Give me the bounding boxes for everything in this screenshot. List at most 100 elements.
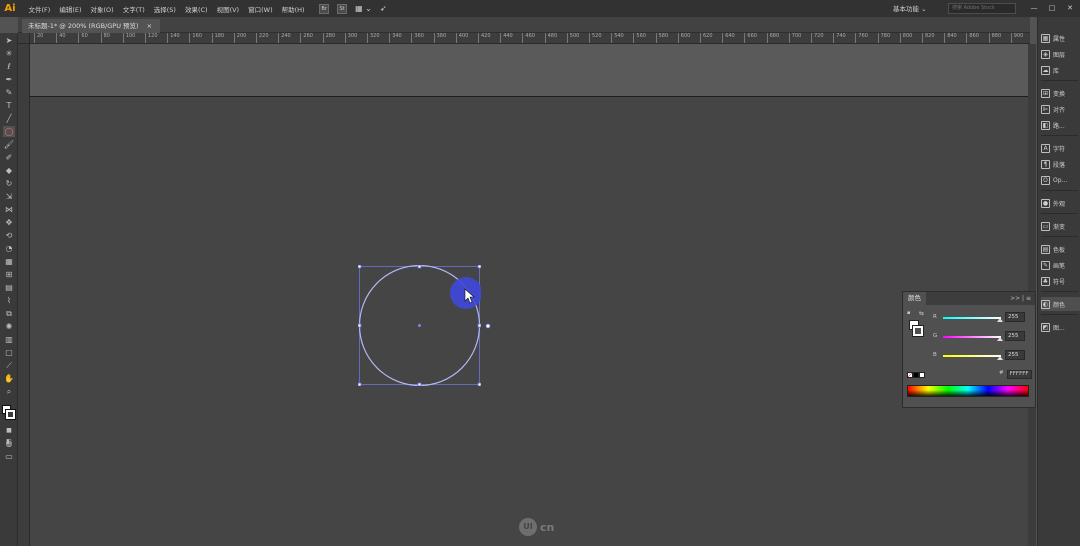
close-button[interactable]: ✕ [1061,0,1079,17]
dock-item-opentype[interactable]: O Op... [1041,173,1080,187]
free-transform-tool-icon[interactable]: ⟲ [3,230,15,241]
maximize-button[interactable]: □ [1043,0,1061,17]
live-shape-widget[interactable] [485,323,491,329]
menu-file[interactable]: 文件(F) [29,4,51,14]
symbol-sprayer-tool-icon[interactable]: ✺ [3,321,15,332]
dock-item-gradient[interactable]: ▭ 渐变 [1041,219,1080,233]
red-slider-thumb[interactable] [997,318,1003,322]
menu-type[interactable]: 文字(T) [123,4,145,14]
paintbrush-tool-icon[interactable]: 🖌 [3,139,15,150]
menu-edit[interactable]: 编辑(E) [59,4,81,14]
stroke-color-swatch[interactable] [5,409,16,420]
main-menu: 文件(F) 编辑(E) 对象(O) 文字(T) 选择(S) 效果(C) 视图(V… [24,4,309,14]
line-tool-icon[interactable]: ╱ [3,113,15,124]
vertical-ruler[interactable] [18,44,30,546]
mesh-tool-icon[interactable]: ⊞ [3,269,15,280]
dock-item-transform[interactable]: ⊞ 变换 [1041,86,1080,100]
dock-item-paragraph[interactable]: ¶ 段落 [1041,157,1080,171]
swap-colors-icon[interactable]: ⇆ [919,310,924,317]
gradient-tool-icon[interactable]: ▤ [3,282,15,293]
default-colors-icon[interactable]: ▪ [907,310,910,316]
ruler-tick: 160 [189,33,202,43]
pasteboard[interactable] [30,44,1028,96]
menu-window[interactable]: 窗口(W) [248,4,273,14]
width-tool-icon[interactable]: ⋈ [3,204,15,215]
column-graph-tool-icon[interactable]: ▥ [3,334,15,345]
menu-view[interactable]: 视图(V) [217,4,240,14]
shaper-tool-icon[interactable]: ✐ [3,152,15,163]
magic-wand-tool-icon[interactable]: ✳ [3,48,15,59]
rocket-icon[interactable]: ➶ [380,4,387,13]
color-mode-icon[interactable]: ■ ◧ [3,425,15,445]
minimize-button[interactable]: — [1025,0,1043,17]
rotate-tool-icon[interactable]: ↻ [3,178,15,189]
selected-ellipse[interactable] [358,265,481,386]
puppet-warp-tool-icon[interactable]: ✥ [3,217,15,228]
dock-item-label: 段落 [1053,161,1066,169]
stroke-swatch[interactable] [912,325,924,337]
pen-tool-icon[interactable]: ✒ [3,74,15,85]
blue-value-input[interactable]: 255 [1005,350,1025,360]
dock-item-align[interactable]: ⊫ 对齐 [1041,102,1080,116]
menu-object[interactable]: 对象(O) [91,4,114,14]
blend-tool-icon[interactable]: ⧉ [3,308,15,319]
blue-slider[interactable] [943,355,1001,357]
dock-item-swatches[interactable]: ▤ 色板 [1041,242,1080,256]
color-spectrum[interactable] [907,385,1029,397]
ruler-tick: 800 [899,33,912,43]
eraser-tool-icon[interactable]: ◆ [3,165,15,176]
ellipse-tool-icon[interactable]: ◯ [3,126,15,137]
horizontal-ruler[interactable]: 20 40 60 80 100 120 140 160 180 200 220 240 260 280 30… [30,33,1030,44]
draw-mode-icon[interactable]: ◍ [3,438,15,449]
zoom-tool-icon[interactable]: ⌕ [3,386,15,397]
blue-slider-thumb[interactable] [997,356,1003,360]
dock-item-graphic-styles[interactable]: ◩ 图... [1041,320,1080,334]
white-swatch[interactable] [919,372,925,378]
menu-effect[interactable]: 效果(C) [185,4,208,14]
workspace-switcher[interactable]: 基本功能 ⌄ [893,3,927,13]
ruler-tick: 720 [811,33,824,43]
dock-item-libraries[interactable]: ☁ 库 [1041,63,1080,77]
dock-item-label: 属性 [1053,35,1066,43]
screen-mode-icon[interactable]: ▭ [3,451,15,462]
dock-item-character[interactable]: A 字符 [1041,141,1080,155]
dock-item-properties[interactable]: ▦ 属性 [1041,31,1080,45]
lasso-tool-icon[interactable]: ℓ [3,61,15,72]
close-tab-icon[interactable]: × [147,19,152,33]
red-slider[interactable] [943,317,1001,319]
scale-tool-icon[interactable]: ⇲ [3,191,15,202]
artboard[interactable] [30,97,1028,546]
dock-item-pathfinder[interactable]: ◧ 路... [1041,118,1080,132]
menu-help[interactable]: 帮助(H) [282,4,305,14]
ruler-tick: 100 [122,33,135,43]
color-panel-tab[interactable]: 颜色 [903,292,926,305]
green-slider[interactable] [943,336,1001,338]
ruler-tick: 140 [167,33,180,43]
perspective-grid-tool-icon[interactable]: ▦ [3,256,15,267]
ruler-origin[interactable] [18,33,30,44]
green-slider-thumb[interactable] [997,337,1003,341]
document-tab[interactable]: 未标题-1* @ 200% (RGB/GPU 预览) × [22,19,161,33]
artboard-tool-icon[interactable]: ▢ [3,347,15,358]
bridge-icon[interactable]: Br [319,3,330,14]
curvature-tool-icon[interactable]: ✎ [3,87,15,98]
selection-tool-icon[interactable]: ➤ [3,35,15,46]
shape-builder-tool-icon[interactable]: ◔ [3,243,15,254]
dock-item-color[interactable]: ◐ 颜色 [1041,297,1080,311]
hand-tool-icon[interactable]: ✋ [3,373,15,384]
dock-item-layers[interactable]: ◈ 图层 [1041,47,1080,61]
hex-input[interactable]: FFFFFF [1006,370,1032,379]
arrange-documents-icon[interactable]: ▦ ⌄ [355,4,372,13]
red-value-input[interactable]: 255 [1005,312,1025,322]
stock-search-input[interactable]: 搜索 Adobe Stock [948,3,1016,14]
slice-tool-icon[interactable]: ⟋ [3,360,15,371]
panel-menu-icon[interactable]: >> | ≡ [1010,292,1031,305]
dock-item-brushes[interactable]: ✎ 画笔 [1041,258,1080,272]
type-tool-icon[interactable]: T [3,100,15,111]
dock-item-appearance[interactable]: ● 外观 [1041,196,1080,210]
menu-select[interactable]: 选择(S) [154,4,176,14]
green-value-input[interactable]: 255 [1005,331,1025,341]
stock-icon[interactable]: St [337,3,348,14]
eyedropper-tool-icon[interactable]: ⌇ [3,295,15,306]
dock-item-symbols[interactable]: ♣ 符号 [1041,274,1080,288]
